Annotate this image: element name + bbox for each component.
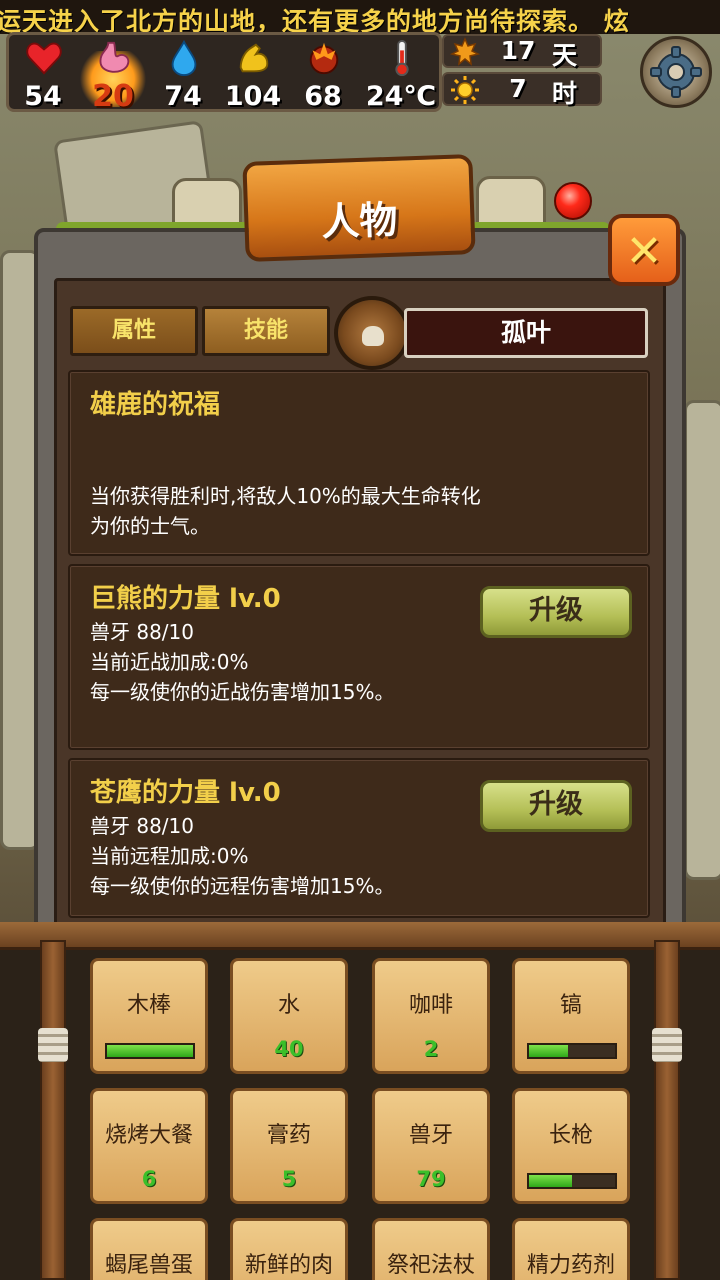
wooden-post [652,940,682,1280]
heart-icon [26,42,62,75]
gear-icon [650,46,702,98]
item-count: 2 [423,1037,439,1061]
skill-title: 巨熊的力量 lv.0 [90,584,281,614]
inventory-item[interactable]: 蝎尾兽蛋 [90,1218,208,1280]
skill-card-stag-blessing: 雄鹿的祝福 当你获得胜利时,将敌人10%的最大生命转化 为你的士气。 [68,370,650,556]
water-value: 74 [164,81,202,112]
notification-orb [554,182,592,220]
durability-bar [527,1043,617,1059]
hour-unit: 时 [552,79,578,108]
inventory-item[interactable]: 镐 [512,958,630,1074]
wooden-post [38,940,68,1280]
item-name: 长枪 [548,1123,593,1148]
day-counter: 17 天 [442,34,602,70]
day-value: 17 [500,36,536,65]
item-name: 祭祀法杖 [386,1253,475,1278]
durability-bar [105,1043,195,1059]
upgrade-button[interactable]: 升级 [480,780,632,832]
inventory-item[interactable]: 长枪 [512,1088,630,1204]
inventory-item[interactable]: 新鲜的肉 [230,1218,348,1280]
morale-value: 68 [304,81,342,112]
stomach-icon [99,41,130,73]
item-count: 79 [416,1167,446,1191]
item-name: 咖啡 [408,993,453,1018]
health-value: 54 [24,81,62,112]
inventory-item[interactable]: 祭祀法杖 [372,1218,490,1280]
item-count: 5 [281,1167,297,1191]
backpack-button[interactable] [334,296,410,370]
stat-strength: 104 [221,37,285,113]
durability-fill [529,1175,572,1187]
item-name: 精力药剂 [526,1253,615,1278]
sun-icon [451,76,479,104]
durability-bar [527,1173,617,1189]
skill-bonus: 当前近战加成:0% [90,650,249,674]
skill-description-line: 当你获得胜利时,将敌人10%的最大生命转化 [90,484,481,508]
item-name: 新鲜的肉 [244,1253,333,1278]
inventory-item[interactable]: 烧烤大餐 6 [90,1088,208,1204]
tab-skills[interactable]: 技能 [202,306,330,356]
close-button[interactable]: ✕ [608,214,680,286]
skill-title: 雄鹿的祝福 [90,390,221,420]
skill-card-bear-power: 巨熊的力量 lv.0 兽牙 88/10 当前近战加成:0% 每一级使你的近战伤害… [68,564,650,750]
stat-temperature: 24℃ [361,37,441,113]
hunger-value: 20 [92,79,134,114]
skill-cost: 兽牙 88/10 [90,620,194,644]
stat-hunger: 20 [75,37,151,114]
time-box: 17 天 7 时 [442,32,602,108]
item-name: 兽牙 [408,1123,453,1148]
inventory-item[interactable]: 咖啡 2 [372,958,490,1074]
close-icon: ✕ [625,226,663,277]
durability-fill [107,1045,193,1057]
inventory-item[interactable]: 膏药 5 [230,1088,348,1204]
item-name: 镐 [559,993,582,1018]
item-name: 蝎尾兽蛋 [104,1253,193,1278]
item-count: 6 [141,1167,157,1191]
tab-attributes[interactable]: 属性 [70,306,198,356]
morale-flame-icon [309,42,339,75]
skull-icon [362,326,384,346]
skill-description-line: 为你的士气。 [90,514,210,538]
hour-value: 7 [509,74,527,103]
ticker-text: 运天进入了北方的山地，还有更多的地方尚待探索。 炫 [0,7,630,34]
maple-leaf-icon [450,37,480,66]
panel-title: 人物 [320,197,399,245]
panel-title-plank: 人物 [242,154,476,262]
stat-morale: 68 [291,37,355,113]
skill-title: 苍鹰的力量 lv.0 [90,778,281,808]
rope-binding [38,1028,68,1062]
item-name: 烧烤大餐 [104,1123,193,1148]
day-unit: 天 [552,41,578,70]
skill-card-eagle-power: 苍鹰的力量 lv.0 兽牙 88/10 当前远程加成:0% 每一级使你的远程伤害… [68,758,650,918]
upgrade-button[interactable]: 升级 [480,586,632,638]
stat-health: 54 [11,37,75,113]
skill-description: 每一级使你的远程伤害增加15%。 [90,874,395,898]
item-count: 40 [274,1037,304,1061]
status-bar: 54 20 74 104 68 24℃ [6,32,442,114]
settings-button[interactable] [640,36,712,108]
inventory-item[interactable]: 兽牙 79 [372,1088,490,1204]
wooden-beam [0,922,720,950]
water-drop-icon [171,39,197,77]
stone-ruin [684,400,720,880]
character-name: 孤叶 [404,308,648,358]
temperature-value: 24℃ [365,81,437,112]
inventory-item[interactable]: 精力药剂 [512,1218,630,1280]
item-name: 木棒 [126,993,171,1018]
muscle-arm-icon [239,43,269,73]
rope-binding [652,1028,682,1062]
durability-fill [529,1045,568,1057]
item-name: 水 [277,993,300,1018]
skill-description: 每一级使你的近战伤害增加15%。 [90,680,395,704]
inventory-item[interactable]: 木棒 [90,958,208,1074]
skill-cost: 兽牙 88/10 [90,814,194,838]
thermometer-icon [395,39,409,77]
skill-bonus: 当前远程加成:0% [90,844,249,868]
strength-value: 104 [224,81,282,112]
item-name: 膏药 [266,1123,311,1148]
hour-counter: 7 时 [442,72,602,108]
inventory-item[interactable]: 水 40 [230,958,348,1074]
message-ticker: 运天进入了北方的山地，还有更多的地方尚待探索。 炫 [0,0,720,34]
stat-water: 74 [151,37,215,113]
